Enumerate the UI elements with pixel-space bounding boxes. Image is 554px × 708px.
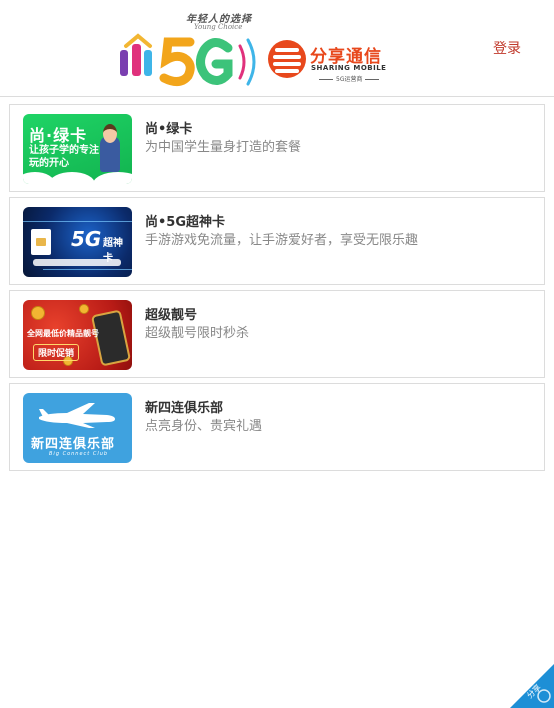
cloud-icon — [49, 172, 95, 184]
banner-bar — [33, 259, 121, 266]
thumb-title: 全网最低价精品靓号 — [27, 329, 99, 338]
logo-5g-icon — [120, 33, 256, 86]
product-card-club[interactable]: 新四连俱乐部 Big Connect Club 新四连俱乐部 点亮身份、贵宾礼遇 — [9, 383, 545, 471]
product-thumbnail: 5G 超神卡 — [23, 207, 132, 277]
brand-logo: 年轻人的选择 Young Choice 分享通信 SHARING MOBILE … — [116, 8, 386, 88]
product-title: 新四连俱乐部 — [145, 401, 224, 416]
product-card-5g-super-card[interactable]: 5G 超神卡 尚•5G超神卡 手游游戏免流量，让手游爱好者，享受无限乐趣 — [9, 197, 545, 285]
product-description: 超级靓号限时秒杀 — [145, 326, 250, 341]
product-description: 点亮身份、贵宾礼遇 — [145, 419, 263, 434]
airplane-icon — [39, 403, 115, 428]
thumb-caption: 让孩子学的专注 玩的开心 — [29, 144, 99, 170]
product-thumbnail: 新四连俱乐部 Big Connect Club — [23, 393, 132, 463]
coin-icon — [79, 304, 89, 314]
product-description: 手游游戏免流量，让手游爱好者，享受无限乐趣 — [145, 233, 419, 248]
product-thumbnail: 尚·绿卡 让孩子学的专注 玩的开心 — [23, 114, 132, 184]
slogan-en: Young Choice — [194, 23, 243, 31]
product-description: 为中国学生量身打造的套餐 — [145, 140, 302, 155]
thumb-caption-line2: 玩的开心 — [29, 158, 69, 169]
light-line — [43, 269, 132, 270]
sim-card-icon — [31, 229, 51, 255]
thumb-caption: Big Connect Club — [49, 451, 109, 457]
product-list: 尚·绿卡 让孩子学的专注 玩的开心 尚•绿卡 为中国学生量身打造的套餐 5G 超… — [9, 104, 545, 476]
product-card-green-card[interactable]: 尚·绿卡 让孩子学的专注 玩的开心 尚•绿卡 为中国学生量身打造的套餐 — [9, 104, 545, 192]
thumb-title: 新四连俱乐部 — [31, 437, 116, 452]
coin-icon — [31, 306, 45, 320]
login-link[interactable]: 登录 — [493, 38, 521, 58]
light-line — [23, 221, 132, 222]
header: 年轻人的选择 Young Choice 分享通信 SHARING MOBILE … — [0, 0, 554, 97]
product-title: 尚•绿卡 — [145, 122, 193, 137]
thumb-caption-line1: 让孩子学的专注 — [29, 145, 99, 156]
sharing-mobile-logo-icon — [268, 40, 306, 78]
product-thumbnail: 全网最低价精品靓号 限时促销 — [23, 300, 132, 370]
brand-en: SHARING MOBILE — [311, 64, 387, 72]
thumb-title: 尚·绿卡 — [29, 126, 88, 145]
product-title: 超级靓号 — [145, 308, 198, 323]
product-title: 尚•5G超神卡 — [145, 215, 226, 230]
cloud-icon — [93, 172, 132, 184]
thumb-tag: 限时促销 — [33, 344, 80, 361]
product-card-premium-number[interactable]: 全网最低价精品靓号 限时促销 超级靓号 超级靓号限时秒杀 — [9, 290, 545, 378]
thumb-title: 5G — [71, 227, 102, 251]
brand-sub: 5G运营商 — [316, 74, 382, 83]
student-illustration-icon — [100, 124, 120, 172]
